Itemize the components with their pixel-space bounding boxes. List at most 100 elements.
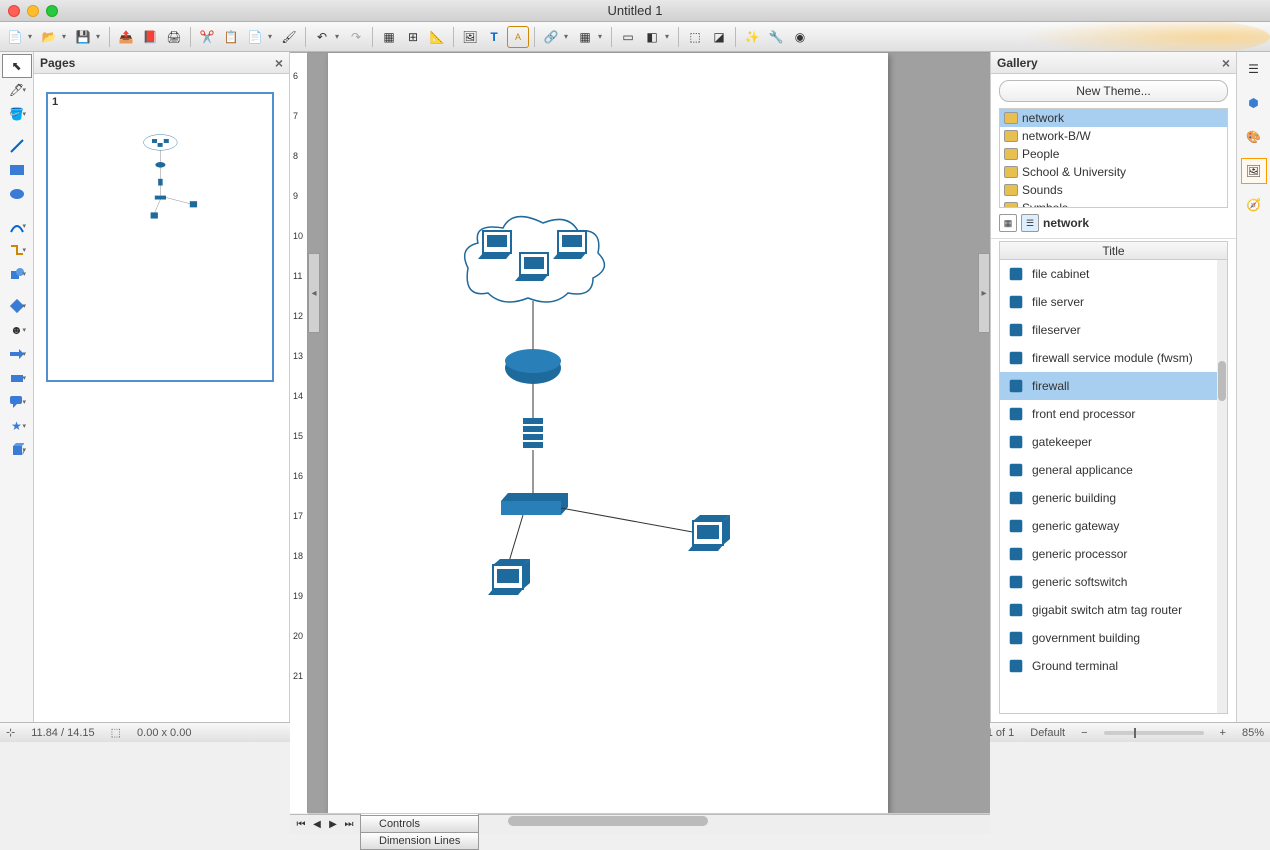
- theme-item[interactable]: network-B/W: [1000, 127, 1227, 145]
- filter-button[interactable]: 🔧: [765, 26, 787, 48]
- new-doc-button[interactable]: 📄: [4, 26, 26, 48]
- new-theme-button[interactable]: New Theme...: [999, 80, 1228, 102]
- gallery-item-row[interactable]: generic processor: [1000, 540, 1227, 568]
- gallery-item-row[interactable]: gigabit switch atm tag router: [1000, 596, 1227, 624]
- tab-dimension-lines[interactable]: Dimension Lines: [360, 833, 479, 850]
- line-color-tool[interactable]: 🖊▾: [2, 78, 32, 102]
- callout-tool[interactable]: ▾: [2, 390, 32, 414]
- item-label: generic gateway: [1032, 519, 1119, 533]
- gallery-item-row[interactable]: generic softswitch: [1000, 568, 1227, 596]
- grid-button[interactable]: ▦: [378, 26, 400, 48]
- gallery-item-row[interactable]: front end processor: [1000, 400, 1227, 428]
- export-button[interactable]: 📤: [115, 26, 137, 48]
- status-zoom[interactable]: 85%: [1242, 727, 1264, 739]
- zoom-out-button[interactable]: −: [1081, 727, 1087, 739]
- drawing-page[interactable]: [328, 53, 888, 813]
- fill-color-tool[interactable]: 🪣▾: [2, 102, 32, 126]
- gallery-item-row[interactable]: government building: [1000, 624, 1227, 652]
- nav-last-button[interactable]: ⏭: [342, 819, 356, 830]
- shadow-button[interactable]: ◪: [708, 26, 730, 48]
- theme-item[interactable]: School & University: [1000, 163, 1227, 181]
- network-icon: [1006, 572, 1026, 592]
- tab-controls[interactable]: Controls: [360, 816, 479, 833]
- nav-next-button[interactable]: ▶: [326, 819, 340, 830]
- theme-item[interactable]: network: [1000, 109, 1227, 127]
- gallery-item-row[interactable]: generic gateway: [1000, 512, 1227, 540]
- 3d-tool[interactable]: ▾: [2, 438, 32, 462]
- gallery-item-row[interactable]: fileserver: [1000, 316, 1227, 344]
- connector-tool[interactable]: ▾: [2, 238, 32, 262]
- effects-button[interactable]: ✨: [741, 26, 763, 48]
- guides-button[interactable]: 📐: [426, 26, 448, 48]
- ellipse-tool[interactable]: [2, 182, 32, 206]
- open-button[interactable]: 📂: [38, 26, 60, 48]
- rectangle-tool[interactable]: [2, 158, 32, 182]
- basic-shapes-tool[interactable]: ▾: [2, 294, 32, 318]
- arrange-button[interactable]: ◧: [641, 26, 663, 48]
- grid-view-button[interactable]: ▦: [999, 214, 1017, 232]
- 3d-tab[interactable]: ⬢: [1241, 90, 1267, 116]
- gallery-item-row[interactable]: Ground terminal: [1000, 652, 1227, 680]
- redo-button[interactable]: ↷: [345, 26, 367, 48]
- zoom-slider[interactable]: [1104, 731, 1204, 735]
- nav-prev-button[interactable]: ◀: [310, 819, 324, 830]
- symbol-shapes-tool[interactable]: ☻▾: [2, 318, 32, 342]
- text-button[interactable]: T: [483, 26, 505, 48]
- zoom-in-button[interactable]: +: [1220, 727, 1226, 739]
- gallery-panel-close-button[interactable]: ×: [1222, 55, 1230, 71]
- textbox-button[interactable]: A: [507, 26, 529, 48]
- list-view-button[interactable]: ☰: [1021, 214, 1039, 232]
- paste-button[interactable]: 📄: [244, 26, 266, 48]
- theme-item[interactable]: Symbols: [1000, 199, 1227, 208]
- hyperlink-button[interactable]: 🔗: [540, 26, 562, 48]
- arrow-shapes-tool[interactable]: ▾: [2, 342, 32, 366]
- properties-tab[interactable]: ☰: [1241, 56, 1267, 82]
- gallery-current-name: network: [1043, 216, 1089, 230]
- copy-button[interactable]: 📋: [220, 26, 242, 48]
- curve-tool[interactable]: ▾: [2, 214, 32, 238]
- status-style[interactable]: Default: [1030, 727, 1065, 739]
- collapse-left-handle[interactable]: ◂: [308, 253, 320, 333]
- line-tool[interactable]: [2, 134, 32, 158]
- gallery-tab[interactable]: 🖼: [1241, 158, 1267, 184]
- gallery-item-row[interactable]: generic building: [1000, 484, 1227, 512]
- cut-button[interactable]: ✂️: [196, 26, 218, 48]
- shapes-tool[interactable]: ▾: [2, 262, 32, 286]
- pages-panel-close-button[interactable]: ×: [275, 55, 283, 71]
- network-icon: [1006, 432, 1026, 452]
- gallery-item-row[interactable]: file cabinet: [1000, 260, 1227, 288]
- undo-button[interactable]: ↶: [311, 26, 333, 48]
- vertical-ruler[interactable]: 6789101112131415161718192021: [290, 53, 308, 813]
- crop-button[interactable]: ⬚: [684, 26, 706, 48]
- snap-button[interactable]: ⊞: [402, 26, 424, 48]
- pointer-tool[interactable]: ⬉: [2, 54, 32, 78]
- pdf-button[interactable]: 📕: [139, 26, 161, 48]
- navigator-tab[interactable]: 🧭: [1241, 192, 1267, 218]
- theme-item[interactable]: Sounds: [1000, 181, 1227, 199]
- title-column-header[interactable]: Title: [1000, 242, 1227, 260]
- gallery-scrollbar[interactable]: [1217, 260, 1227, 713]
- page-thumbnail-1[interactable]: 1: [46, 92, 274, 382]
- styles-tab[interactable]: 🎨: [1241, 124, 1267, 150]
- horizontal-scrollbar[interactable]: [308, 813, 990, 814]
- table-button[interactable]: ▦: [574, 26, 596, 48]
- gallery-item-row[interactable]: general applicance: [1000, 456, 1227, 484]
- gallery-item-row[interactable]: file server: [1000, 288, 1227, 316]
- theme-list[interactable]: networknetwork-B/WPeopleSchool & Univers…: [999, 108, 1228, 208]
- save-button[interactable]: 💾: [72, 26, 94, 48]
- theme-item[interactable]: People: [1000, 145, 1227, 163]
- gallery-item-row[interactable]: firewall service module (fwsm): [1000, 344, 1227, 372]
- canvas-viewport[interactable]: ◂ ▸: [308, 53, 990, 813]
- gallery-items-table[interactable]: Title file cabinetfile serverfileserverf…: [999, 241, 1228, 714]
- collapse-right-handle[interactable]: ▸: [978, 253, 990, 333]
- flowchart-tool[interactable]: ▾: [2, 366, 32, 390]
- extrude-button[interactable]: ◉: [789, 26, 811, 48]
- image-button[interactable]: 🖼: [459, 26, 481, 48]
- gallery-item-row[interactable]: gatekeeper: [1000, 428, 1227, 456]
- align-button[interactable]: ▭: [617, 26, 639, 48]
- format-paintbrush-button[interactable]: 🖌: [278, 26, 300, 48]
- star-tool[interactable]: ★▾: [2, 414, 32, 438]
- gallery-item-row[interactable]: firewall: [1000, 372, 1227, 400]
- nav-first-button[interactable]: ⏮: [294, 819, 308, 830]
- print-button[interactable]: 🖨: [163, 26, 185, 48]
